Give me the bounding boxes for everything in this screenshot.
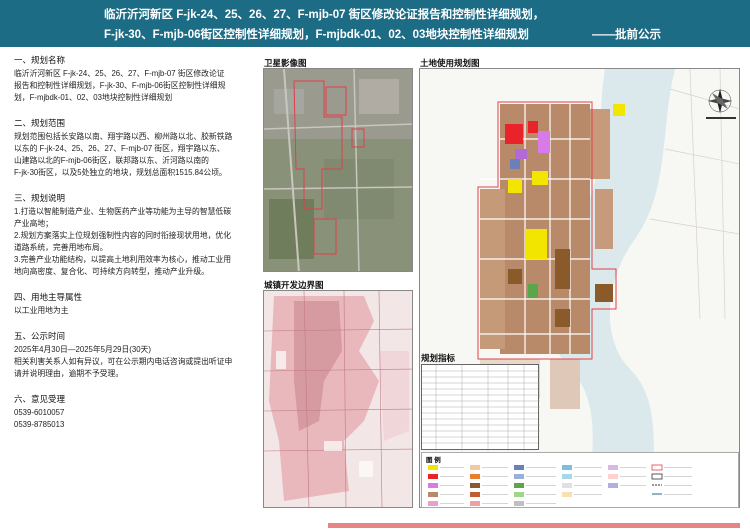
section-publicity-period: 五、公示时间 2025年4月30日—2025年5月29日(30天) 相关利害关系…	[14, 330, 258, 380]
section-land-use: 四、用地主导属性 以工业用地为主	[14, 291, 258, 317]
legend-title: 图 例	[426, 457, 441, 464]
text-line: 临沂沂河新区 F-jk-24、25、26、27、F-mjb-07 街区修改论证	[14, 69, 225, 78]
text-line: 2025年4月30日—2025年5月29日(30天)	[14, 345, 151, 354]
text-line: 山建路以北的F-mjb-06街区，联邦路以东、沂河路以南的	[14, 156, 209, 165]
section-heading: 三、规划说明	[14, 193, 66, 203]
text-line: 规划范围包括长安路以南、翔宇路以西、柳州路以北、胶新铁路	[14, 132, 233, 141]
section-plan-notes: 三、规划说明 1.打造以智能制造产业、生物医药产业等功能为主导的智慧低碳 产业高…	[14, 192, 258, 278]
text-line: 请并说明理由，逾期不予受理。	[14, 369, 124, 378]
text-line: 1.打造以智能制造产业、生物医药产业等功能为主导的智慧低碳	[14, 207, 232, 216]
text-line: 相关利害关系人如有异议，可在公示期内电话咨询或提出听证申	[14, 357, 233, 366]
boundary-map	[263, 290, 413, 508]
section-heading: 五、公示时间	[14, 331, 66, 341]
text-line: 划，F-mjbdk-01、02、03地块控制性详细规划	[14, 93, 173, 102]
phone-number: 0539-8785013	[14, 420, 65, 429]
page-header: 临沂沂河新区 F-jk-24、25、26、27、F-mjb-07 街区修改论证报…	[0, 0, 750, 47]
text-line: 3.完善产业功能结构，以提高土地利用效率为核心，推动工业用	[14, 255, 232, 264]
satellite-map	[263, 68, 413, 272]
section-heading: 六、意见受理	[14, 394, 66, 404]
info-column: 一、规划名称 临沂沂河新区 F-jk-24、25、26、27、F-mjb-07 …	[14, 54, 258, 431]
text-line: 地向高密度、复合化、可持续方向转型，推动产业升级。	[14, 267, 209, 276]
publicity-tag: ——批前公示	[592, 29, 661, 41]
section-plan-scope: 二、规划范围 规划范围包括长安路以南、翔宇路以西、柳州路以北、胶新铁路 以东的 …	[14, 117, 258, 179]
section-feedback: 六、意见受理 0539-6010057 0539-8785013	[14, 393, 258, 431]
text-line: 以东的 F-jk-24、25、26、27、F-mjb-07 街区，翔宇路以东、	[14, 144, 225, 153]
indicators-title: 规划指标	[421, 353, 456, 363]
section-heading: 一、规划名称	[14, 55, 66, 65]
phone-number: 0539-6010057	[14, 408, 65, 417]
text-line: 报告和控制性详细规划，F-jk-30、F-mjb-06街区控制性详细规	[14, 81, 226, 90]
indicators-table	[421, 364, 540, 451]
section-heading: 二、规划范围	[14, 118, 66, 128]
title-line-1: 临沂沂河新区 F-jk-24、25、26、27、F-mjb-07 街区修改论证报…	[104, 9, 545, 21]
map-legend: 图 例	[421, 452, 739, 508]
text-line: 以工业用地为主	[14, 306, 69, 315]
footer-notice	[328, 516, 740, 528]
text-line: 产业高地；	[14, 219, 53, 228]
text-line: F-jk-30街区，以及5处独立的地块，规划总面积1515.84公顷。	[14, 168, 227, 177]
section-heading: 四、用地主导属性	[14, 292, 83, 302]
section-plan-name: 一、规划名称 临沂沂河新区 F-jk-24、25、26、27、F-mjb-07 …	[14, 54, 258, 104]
title-line-2: F-jk-30、F-mjb-06街区控制性详细规划，F-mjbdk-01、02、…	[104, 29, 529, 41]
text-line: 2.规划方案落实上位规划强制性内容的同时衔接现状用地，优化	[14, 231, 232, 240]
text-line: 道路系统，完善用地布局。	[14, 243, 108, 252]
